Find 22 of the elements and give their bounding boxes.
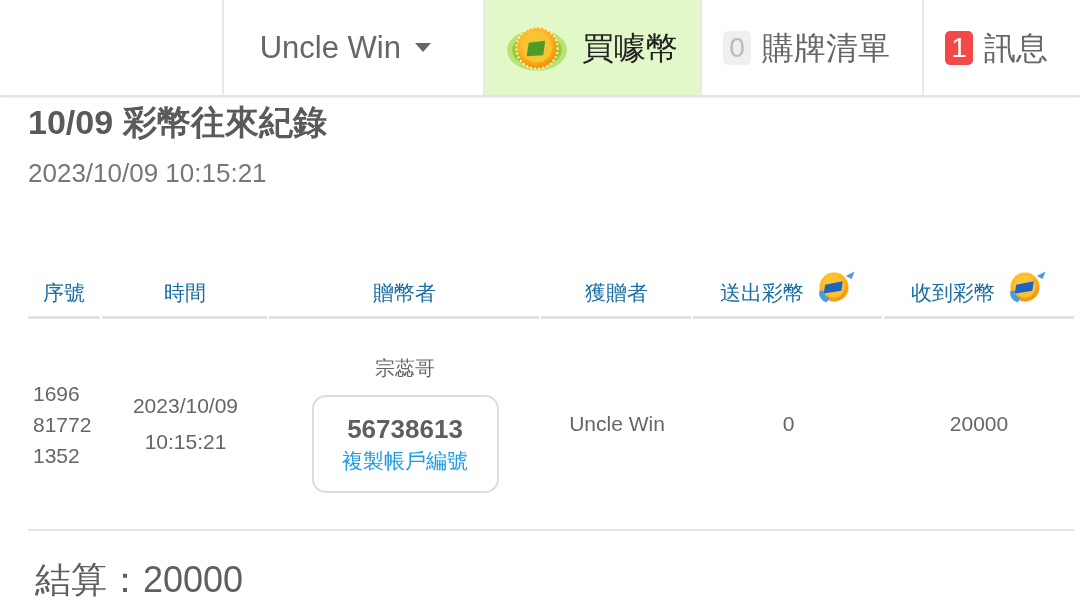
- column-header: 收到彩幣: [911, 279, 995, 306]
- table-cell-text: 0: [782, 411, 795, 437]
- copy-account-link[interactable]: 複製帳戶編號: [342, 446, 468, 476]
- column-header: 獲贈者: [584, 279, 648, 306]
- nav-buy-coins-tab[interactable]: 買噱幣: [483, 0, 700, 95]
- table-cell-text: 2023/10/09 10:15:21: [131, 393, 240, 455]
- nav-tab[interactable]: 1 訊息: [922, 0, 1080, 95]
- giver-name: 宗蕊哥: [375, 356, 435, 381]
- page-title: 10/09 彩幣往來紀錄: [28, 102, 328, 143]
- table-cell-text: 20000: [949, 411, 1009, 437]
- column-header: 序號: [43, 279, 85, 306]
- account-number: 56738613: [347, 413, 463, 446]
- record-datetime: 2023/10/09 10:15:21: [28, 157, 268, 189]
- column-header: 時間: [163, 279, 206, 306]
- nav-user-menu[interactable]: Uncle Win: [221, 0, 483, 95]
- table-cell-text: Uncle Win: [569, 411, 665, 437]
- count-badge: 1: [945, 30, 973, 65]
- table-cell-text: 1696 81772 1352: [33, 380, 93, 469]
- column-header: 送出彩幣: [719, 279, 804, 306]
- column-header: 贈幣者: [372, 279, 436, 306]
- caret-icon: [415, 43, 431, 52]
- settlement-total: 結算：20000: [35, 558, 245, 602]
